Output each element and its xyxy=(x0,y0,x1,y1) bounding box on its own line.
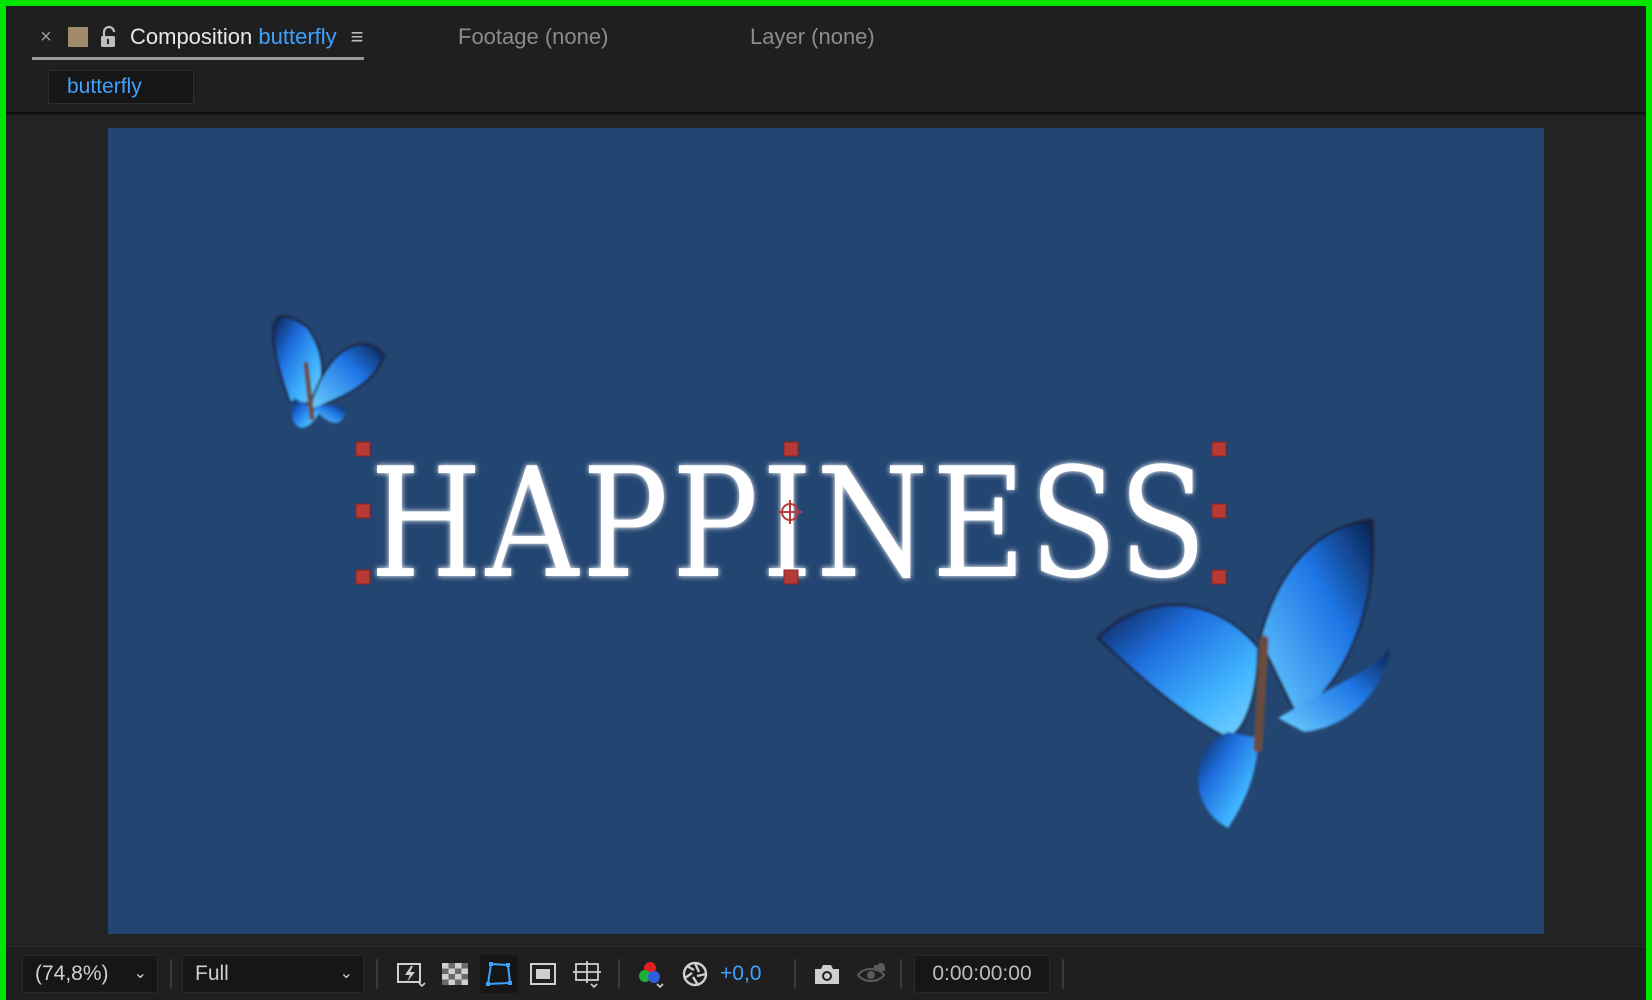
viewer-footer-toolbar: (74,8%) ⌄ Full ⌄ +0,0 0:00:00:00 xyxy=(6,946,1646,1000)
tab-title: Composition butterfly xyxy=(130,24,337,50)
composition-navigator: butterfly xyxy=(6,66,1646,114)
tab-footage[interactable]: Footage (none) xyxy=(458,22,608,52)
tab-layer[interactable]: Layer (none) xyxy=(750,22,875,52)
exposure-reset-icon xyxy=(682,961,708,987)
chevron-down-icon: ⌄ xyxy=(133,965,147,982)
label-color-swatch[interactable] xyxy=(68,27,88,47)
composition-panel: × Composition butterfly ≡ Footage (none)… xyxy=(0,0,1652,1000)
divider xyxy=(1062,959,1064,989)
take-snapshot-button[interactable] xyxy=(808,955,846,993)
resolution-dropdown[interactable]: Full ⌄ xyxy=(182,955,364,993)
current-time-field[interactable]: 0:00:00:00 xyxy=(914,955,1050,993)
mask-path-visibility-button[interactable] xyxy=(480,955,518,993)
show-snapshot-button[interactable] xyxy=(852,955,890,993)
viewer-area[interactable]: HAPPINESS xyxy=(6,116,1646,946)
close-icon[interactable]: × xyxy=(32,26,60,49)
fast-previews-button[interactable] xyxy=(392,955,430,993)
composition-render: HAPPINESS xyxy=(272,315,1390,828)
composition-canvas[interactable]: HAPPINESS xyxy=(108,128,1544,934)
magnification-value: (74,8%) xyxy=(35,962,109,985)
transparency-grid-icon xyxy=(442,963,468,985)
divider xyxy=(900,959,902,989)
rgb-channels-icon xyxy=(639,962,664,989)
show-snapshot-icon xyxy=(856,963,886,982)
resolution-value: Full xyxy=(195,962,229,985)
reset-exposure-button[interactable] xyxy=(676,955,714,993)
tab-title-prefix: Composition xyxy=(130,24,253,49)
lock-icon[interactable] xyxy=(98,25,120,49)
mask-path-icon xyxy=(486,962,512,986)
active-tab-underline xyxy=(32,57,364,60)
composition-chip[interactable]: butterfly xyxy=(48,70,194,104)
menu-icon[interactable]: ≡ xyxy=(351,24,364,50)
magnification-dropdown[interactable]: (74,8%) ⌄ xyxy=(22,955,158,993)
snapshot-camera-icon xyxy=(815,965,839,984)
region-of-interest-button[interactable] xyxy=(524,955,562,993)
transparency-grid-button[interactable] xyxy=(436,955,474,993)
fast-preview-icon xyxy=(397,963,426,988)
grid-guides-icon xyxy=(573,961,601,989)
exposure-value[interactable]: +0,0 xyxy=(720,955,761,993)
tab-composition[interactable]: × Composition butterfly ≡ xyxy=(32,22,364,60)
divider xyxy=(376,959,378,989)
show-channel-button[interactable] xyxy=(632,955,670,993)
composition-name: butterfly xyxy=(258,24,337,49)
chevron-down-icon: ⌄ xyxy=(339,965,353,982)
divider xyxy=(794,959,796,989)
butterfly-small xyxy=(272,315,386,428)
divider xyxy=(618,959,620,989)
panel-tab-bar: × Composition butterfly ≡ Footage (none)… xyxy=(6,6,1646,66)
region-of-interest-icon xyxy=(530,963,556,985)
grid-and-guides-button[interactable] xyxy=(568,955,606,993)
divider xyxy=(170,959,172,989)
